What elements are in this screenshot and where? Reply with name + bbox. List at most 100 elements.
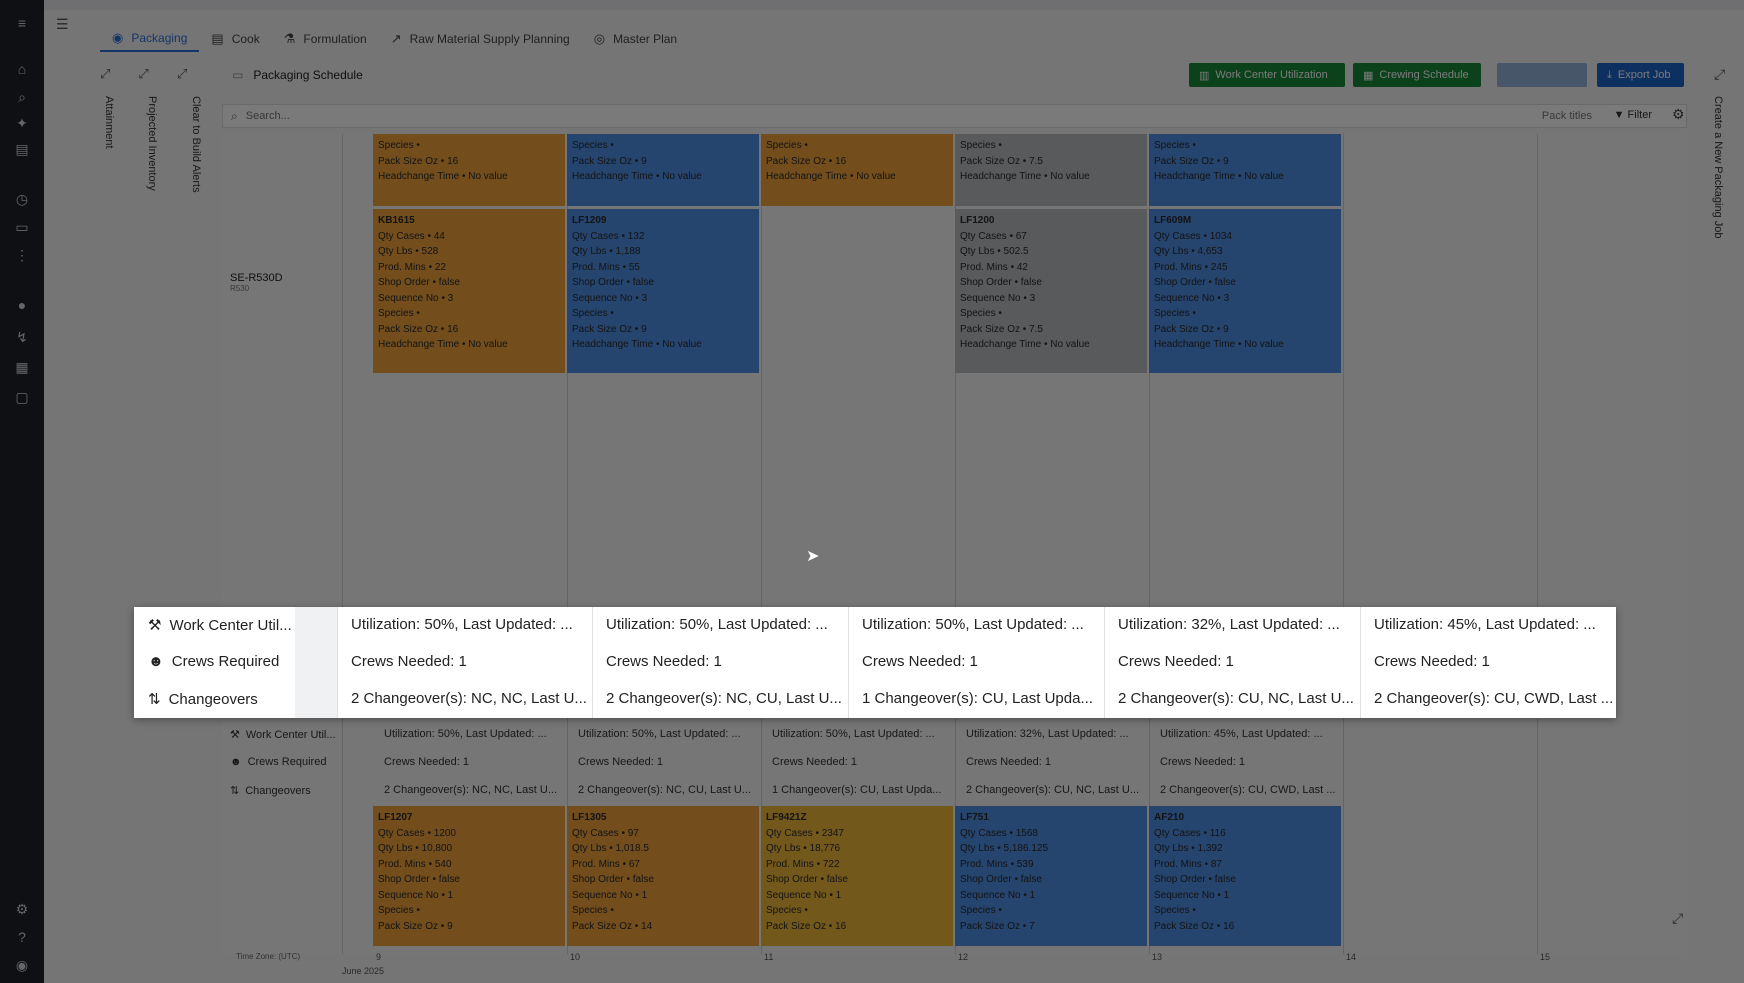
chat-icon[interactable]: ▢ <box>13 388 31 406</box>
breadcrumb: ▭ Packaging Schedule <box>232 68 363 82</box>
job-card[interactable]: AF210 Qty Cases • 116 Qty Lbs • 1,392 Prod.… <box>1149 806 1341 946</box>
changeovers-cell[interactable]: 2 Changeover(s): CU, NC, Last U... <box>1118 690 1358 707</box>
axis-tick: 12 <box>958 952 969 962</box>
changeovers-cell[interactable]: 2 Changeover(s): CU, CWD, Last ... <box>1160 784 1350 796</box>
utilization-cell[interactable]: Utilization: 50%, Last Updated: ... <box>772 728 962 740</box>
changeovers-cell[interactable]: 2 Changeover(s): NC, CU, Last U... <box>578 784 768 796</box>
crews-cell[interactable]: Crews Needed: 1 <box>384 756 574 768</box>
job-card[interactable]: Species • Pack Size Oz • 7.5 Headchange Ti… <box>955 134 1147 206</box>
job-field: Pack Size Oz • 9 <box>572 155 647 167</box>
tab-raw-material[interactable]: ↗ Raw Material Supply Planning <box>379 26 582 52</box>
job-field: Pack Size Oz • 7 <box>960 920 1035 932</box>
changeovers-cell[interactable]: 2 Changeover(s): CU, NC, Last U... <box>966 784 1156 796</box>
expand-alerts-icon[interactable]: ⤢ <box>177 66 187 82</box>
crews-cell[interactable]: Crews Needed: 1 <box>862 653 1102 670</box>
crews-cell[interactable]: Crews Needed: 1 <box>1374 653 1614 670</box>
globe-icon[interactable]: ● <box>13 296 31 314</box>
axis-tick: 15 <box>1540 952 1551 962</box>
job-card[interactable]: Species • Pack Size Oz • 16 Headchange Tim… <box>761 134 953 206</box>
utilization-cell[interactable]: Utilization: 50%, Last Updated: ... <box>384 728 574 740</box>
crews-cell[interactable]: Crews Needed: 1 <box>1118 653 1358 670</box>
search-icon[interactable]: ⌕ <box>13 88 31 106</box>
job-field: Headchange Time • No value <box>960 171 1090 182</box>
tab-master-plan[interactable]: ◎ Master Plan <box>582 26 689 52</box>
job-card[interactable]: LF1200 Qty Cases • 67 Qty Lbs • 502.5 Prod.… <box>955 209 1147 373</box>
crews-cell[interactable]: Crews Needed: 1 <box>606 653 846 670</box>
fullscreen-icon[interactable]: ⤢ <box>1714 66 1725 83</box>
crews-cell[interactable]: Crews Needed: 1 <box>966 756 1156 768</box>
crews-cell[interactable]: Crews Needed: 1 <box>772 756 962 768</box>
disabled-button[interactable] <box>1497 63 1587 87</box>
pack-titles-toggle[interactable]: Pack titles <box>1542 110 1592 122</box>
calendar-icon[interactable]: ▦ <box>13 358 31 376</box>
job-card[interactable]: LF609M Qty Cases • 1034 Qty Lbs • 4,653 Pro… <box>1149 209 1341 373</box>
search-input[interactable] <box>245 110 1146 122</box>
job-field: Species • <box>1154 308 1196 319</box>
sidebar-toggle-icon[interactable]: ☰ <box>56 16 69 33</box>
job-card[interactable]: Species • Pack Size Oz • 16 Headchange Tim… <box>373 134 565 206</box>
changeovers-cell[interactable]: 2 Changeover(s): NC, NC, Last U... <box>351 690 591 707</box>
utilization-cell[interactable]: Utilization: 50%, Last Updated: ... <box>862 616 1102 633</box>
crewing-schedule-button[interactable]: ▦ Crewing Schedule <box>1353 63 1481 87</box>
folder-icon[interactable]: ▭ <box>13 218 31 236</box>
utilization-cell[interactable]: Utilization: 50%, Last Updated: ... <box>578 728 768 740</box>
projected-inventory-panel-label[interactable]: Projected Inventory <box>146 96 158 191</box>
utilization-cell[interactable]: Utilization: 50%, Last Updated: ... <box>351 616 591 633</box>
job-card[interactable]: Species • Pack Size Oz • 9 Headchange Time… <box>567 134 759 206</box>
crews-cell[interactable]: Crews Needed: 1 <box>1160 756 1350 768</box>
changeovers-cell[interactable]: 2 Changeover(s): CU, CWD, Last ... <box>1374 690 1614 707</box>
summary-row-changeovers: ⇅ Changeovers 2 Changeover(s): NC, NC, La… <box>222 778 1687 804</box>
settings-icon[interactable]: ⚙ <box>13 900 31 918</box>
job-field: Qty Cases • 97 <box>572 827 639 839</box>
history-icon[interactable]: ◷ <box>13 190 31 208</box>
crews-cell[interactable]: Crews Needed: 1 <box>578 756 768 768</box>
help-icon[interactable]: ? <box>13 928 31 946</box>
work-center-utilization-button[interactable]: ▥ Work Center Utilization <box>1189 63 1345 87</box>
expand-inventory-icon[interactable]: ⤢ <box>138 66 148 82</box>
job-card[interactable]: KB1615 Qty Cases • 44 Qty Lbs • 528 Prod. M… <box>373 209 565 373</box>
tab-packaging[interactable]: ◉ Packaging <box>100 26 200 52</box>
expand-attainment-icon[interactable]: ⤢ <box>100 66 110 82</box>
chart-icon[interactable]: ▤ <box>13 140 31 158</box>
job-field: Sequence No • 3 <box>960 292 1036 304</box>
clear-to-build-panel-label[interactable]: Clear to Build Alerts <box>190 96 202 193</box>
job-card[interactable]: LF1209 Qty Cases • 132 Qty Lbs • 1,188 Prod… <box>567 209 759 373</box>
month-label: June 2025 <box>342 966 385 976</box>
job-card[interactable]: LF751 Qty Cases • 1568 Qty Lbs • 5,186.125… <box>955 806 1147 946</box>
job-field: Species • <box>766 905 808 916</box>
changeovers-cell[interactable]: 1 Changeover(s): CU, Last Upda... <box>862 690 1102 707</box>
changeovers-cell[interactable]: 2 Changeover(s): NC, CU, Last U... <box>606 690 846 707</box>
flow-icon[interactable]: ↯ <box>13 328 31 346</box>
tab-cook[interactable]: ▤ Cook <box>199 26 271 52</box>
attainment-panel-label[interactable]: Attainment <box>103 96 115 149</box>
job-field: Species • <box>1154 140 1196 151</box>
utilization-cell[interactable]: Utilization: 45%, Last Updated: ... <box>1160 728 1350 740</box>
utilization-cell[interactable]: Utilization: 45%, Last Updated: ... <box>1374 616 1614 633</box>
job-card[interactable]: LF1207 Qty Cases • 1200 Qty Lbs • 10,800 Pr… <box>373 806 565 946</box>
utilization-cell[interactable]: Utilization: 50%, Last Updated: ... <box>606 616 846 633</box>
utilization-cell[interactable]: Utilization: 32%, Last Updated: ... <box>966 728 1156 740</box>
gear-icon[interactable]: ⚙ <box>1672 106 1685 123</box>
job-id: LF1209 <box>572 215 607 226</box>
crews-cell[interactable]: Crews Needed: 1 <box>351 653 591 670</box>
changeovers-cell[interactable]: 2 Changeover(s): NC, NC, Last U... <box>384 784 574 796</box>
user-avatar-icon[interactable]: ◉ <box>13 956 31 974</box>
rocket-icon[interactable]: ✦ <box>13 114 31 132</box>
job-field: Qty Cases • 1568 <box>960 827 1038 839</box>
job-card[interactable]: LF1305 Qty Cases • 97 Qty Lbs • 1,018.5 Pro… <box>567 806 759 946</box>
job-card[interactable]: Species • Pack Size Oz • 9 Headchange Time… <box>1149 134 1341 206</box>
apps-icon[interactable]: ⋮ <box>13 246 31 264</box>
chart-icon: ▥ <box>1199 69 1210 82</box>
create-job-panel-label[interactable]: Create a New Packaging Job <box>1712 96 1724 238</box>
job-field: Prod. Mins • 540 <box>378 858 452 870</box>
utilization-cell[interactable]: Utilization: 32%, Last Updated: ... <box>1118 616 1358 633</box>
job-card[interactable]: LF9421Z Qty Cases • 2347 Qty Lbs • 18,776 P… <box>761 806 953 946</box>
changeovers-cell[interactable]: 1 Changeover(s): CU, Last Upda... <box>772 784 962 796</box>
job-field: Qty Lbs • 10,800 <box>378 843 453 854</box>
home-icon[interactable]: ⌂ <box>13 60 31 78</box>
expand-icon[interactable]: ⤢ <box>1672 910 1683 927</box>
filter-button[interactable]: ▼ Filter <box>1614 109 1652 121</box>
tab-formulation[interactable]: ⚗ Formulation <box>272 26 379 52</box>
export-job-button[interactable]: ⤓ Export Job <box>1597 63 1684 87</box>
menu-icon[interactable]: ≡ <box>13 14 31 32</box>
